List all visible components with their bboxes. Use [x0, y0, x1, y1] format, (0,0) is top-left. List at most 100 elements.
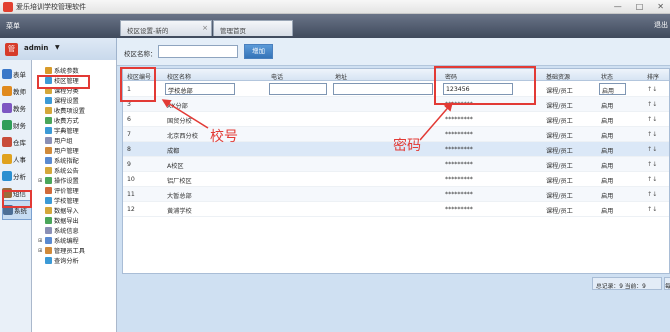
nav-item-label: 仓库 — [13, 139, 26, 147]
tree-item[interactable]: 用户管理 — [38, 146, 79, 155]
table-row[interactable]: 1 学校总部 123456 课程/员工 启用 ↑↓ — [123, 82, 669, 97]
menubar: 菜单 校区设置-新的 × 管理首页 退出 — [0, 14, 670, 38]
main-content: 校区名称： 增加 校区编号 校区名称 电话 地址 密码 基础资源 状态 排序 1… — [117, 38, 670, 332]
nav-item-label: 教师 — [13, 88, 26, 96]
address-input[interactable] — [333, 83, 433, 95]
cell-status: 启用 — [601, 163, 614, 170]
annotation-menu-box — [37, 75, 90, 89]
col-phone[interactable]: 电话 — [271, 72, 283, 81]
close-icon[interactable]: × — [202, 24, 208, 32]
close-icon[interactable]: ✕ — [657, 2, 664, 11]
tree-item[interactable]: 用户组 — [38, 136, 73, 145]
window-controls: — □ ✕ — [614, 2, 664, 11]
tree-item-icon — [45, 97, 52, 104]
tab-home[interactable]: 管理首页 — [213, 20, 293, 36]
tree-item-label: 用户组 — [54, 138, 73, 145]
cell-status: 启用 — [601, 178, 614, 185]
tree-item[interactable]: 系统信息 — [38, 226, 79, 235]
status-select[interactable]: 启用 — [599, 83, 626, 95]
cell-campus-name: A校区 — [167, 163, 184, 170]
expand-icon[interactable]: ⊞ — [38, 178, 43, 184]
tree-item-label: 系统信息 — [54, 228, 79, 235]
tree-item[interactable]: ⊞ 系统编程 — [38, 236, 79, 245]
tree-item[interactable]: ⊞ 管理员工具 — [38, 246, 85, 255]
tree-item[interactable]: 评价管理 — [38, 186, 79, 195]
minimize-icon[interactable]: — — [614, 2, 622, 11]
tree-item[interactable]: 查询分析 — [38, 256, 79, 265]
sort-arrows-icon[interactable]: ↑↓ — [647, 101, 657, 108]
campus-name-input[interactable] — [158, 45, 238, 58]
maximize-icon[interactable]: □ — [636, 2, 644, 11]
expand-icon[interactable]: ⊞ — [38, 238, 43, 244]
col-address[interactable]: 地址 — [335, 72, 347, 81]
tree-item-icon — [45, 167, 52, 174]
tree-item[interactable]: 字典管理 — [38, 126, 79, 135]
tree-item-label: 管理员工具 — [54, 248, 85, 255]
tree-item[interactable]: 学校管理 — [38, 196, 79, 205]
phone-input[interactable] — [269, 83, 327, 95]
col-campus-name[interactable]: 校区名称 — [167, 72, 191, 81]
sort-arrows-icon[interactable]: ↑↓ — [647, 176, 657, 183]
sort-arrows-icon[interactable]: ↑↓ — [647, 146, 657, 153]
table-row[interactable]: 10 铝厂校区 ********* 课程/员工 启用 ↑↓ — [123, 172, 669, 187]
tree-item[interactable]: 数据导入 — [38, 206, 79, 215]
cell-status: 启用 — [601, 103, 614, 110]
username[interactable]: admin — [24, 44, 48, 52]
sort-arrows-icon[interactable]: ↑↓ — [647, 206, 657, 213]
tree-item-label: 数据导出 — [54, 218, 79, 225]
cell-campus-id: 12 — [127, 206, 135, 213]
nav-item-label: 分析 — [13, 173, 26, 181]
tree-item[interactable]: 系统参数 — [38, 66, 79, 75]
tree-item-label: 学校管理 — [54, 198, 79, 205]
col-status[interactable]: 状态 — [601, 72, 613, 81]
tree-item[interactable]: 系统指配 — [38, 156, 79, 165]
tree-item-icon — [45, 157, 52, 164]
table-row[interactable]: 12 黄浦学校 ********* 课程/员工 启用 ↑↓ — [123, 202, 669, 217]
sort-arrows-icon[interactable]: ↑↓ — [647, 131, 657, 138]
cell-campus-id: 8 — [127, 146, 131, 153]
cell-password: ********* — [445, 191, 473, 198]
col-sort[interactable]: 排序 — [647, 72, 659, 81]
tree-item[interactable]: 系统公告 — [38, 166, 79, 175]
tree-item[interactable]: 课程设置 — [38, 96, 79, 105]
tree-item-icon — [45, 187, 52, 194]
tree-item[interactable]: ⊞ 操作设置 — [38, 176, 79, 185]
table-row[interactable]: 11 大暂总部 ********* 课程/员工 启用 ↑↓ — [123, 187, 669, 202]
tree-item[interactable]: 收费项设置 — [38, 106, 85, 115]
system-tree: 系统参数 校区管理 课程分类 课程设置 收费项设置 收费方式 字典管理 用户组 用户管理 系统指配… — [32, 60, 117, 332]
chevron-down-icon[interactable]: ▼ — [55, 44, 60, 51]
cell-password: ********* — [445, 161, 473, 168]
page-size-selector[interactable]: 每页 — [664, 277, 670, 290]
tree-item-icon — [45, 137, 52, 144]
tree-item-icon — [45, 127, 52, 134]
tree-item-icon — [45, 147, 52, 154]
table-row[interactable]: 3 XX分部 ********* 课程/员工 启用 ↑↓ — [123, 97, 669, 112]
tree-item-label: 系统编程 — [54, 238, 79, 245]
tree-item[interactable]: 收费方式 — [38, 116, 79, 125]
sort-arrows-icon[interactable]: ↑↓ — [647, 191, 657, 198]
sort-arrows-icon[interactable]: ↑↓ — [647, 161, 657, 168]
tab-campus-settings[interactable]: 校区设置-新的 × — [120, 20, 212, 36]
sort-arrows-icon[interactable]: ↑↓ — [647, 86, 657, 93]
table-row[interactable]: 6 国贸分校 ********* 课程/员工 启用 ↑↓ — [123, 112, 669, 127]
cell-password: ********* — [445, 206, 473, 213]
cell-campus-name: 成都 — [167, 148, 180, 155]
sort-arrows-icon[interactable]: ↑↓ — [647, 116, 657, 123]
campus-name-input[interactable]: 学校总部 — [165, 83, 235, 95]
annotation-id-label: 校号 — [210, 129, 238, 145]
tree-item-label: 收费项设置 — [54, 108, 85, 115]
cell-resource: 课程/员工 — [546, 163, 573, 170]
tab-label: 校区设置-新的 — [127, 27, 169, 35]
tree-item[interactable]: 数据导出 — [38, 216, 79, 225]
cell-resource: 课程/员工 — [546, 148, 573, 155]
expand-icon[interactable]: ⊞ — [38, 248, 43, 254]
cell-status: 启用 — [601, 193, 614, 200]
menu-button[interactable]: 菜单 — [6, 21, 20, 31]
col-resource[interactable]: 基础资源 — [546, 72, 570, 81]
add-button[interactable]: 增加 — [244, 44, 273, 59]
tree-item-label: 系统指配 — [54, 158, 79, 165]
table-row[interactable]: 9 A校区 ********* 课程/员工 启用 ↑↓ — [123, 157, 669, 172]
logout-button[interactable]: 退出 — [654, 20, 670, 30]
tree-item-icon — [45, 117, 52, 124]
campus-table: 校区编号 校区名称 电话 地址 密码 基础资源 状态 排序 1 学校总部 12345… — [122, 68, 670, 274]
